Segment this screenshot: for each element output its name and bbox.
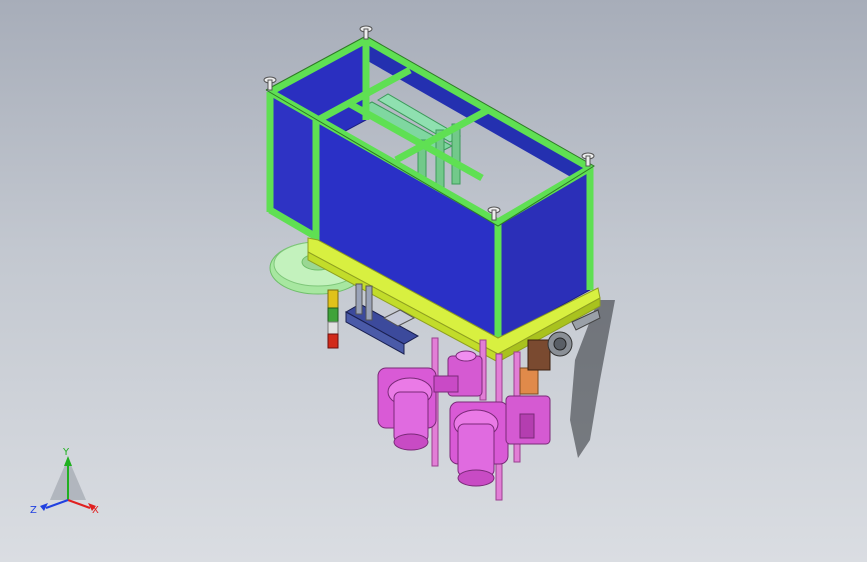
3d-model[interactable] [0,0,867,562]
x-axis-label: X [92,505,99,516]
stack-light[interactable] [327,289,339,349]
graphics-viewport[interactable]: Y X Z [0,0,867,562]
triad-graphic [40,456,96,511]
x-axis-line [67,499,91,509]
z-axis-label: Z [30,505,37,516]
z-axis-line [45,499,69,509]
y-axis-label: Y [63,447,70,458]
coordinate-triad[interactable]: Y X Z [20,448,110,528]
